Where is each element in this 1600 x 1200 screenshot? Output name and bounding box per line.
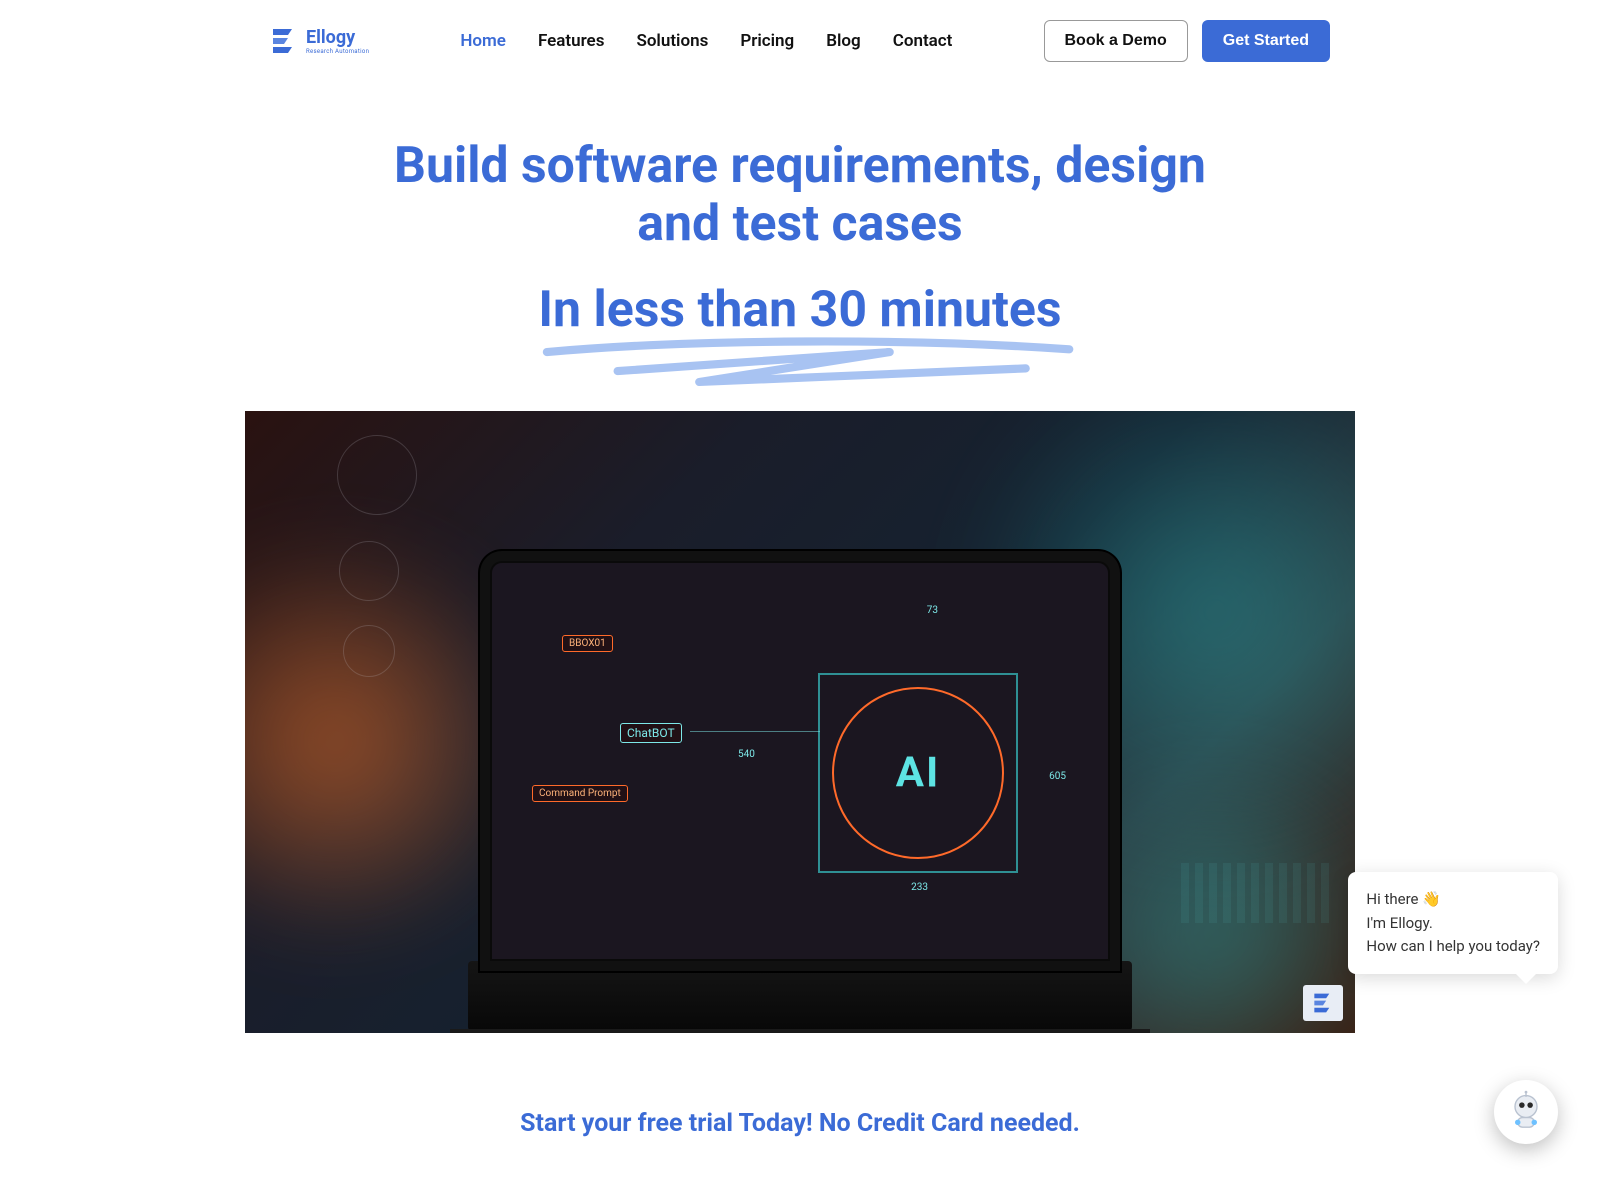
media-chip-cmd: Command Prompt [532, 785, 628, 802]
hero-media: AI BBOX01 ChatBOT Command Prompt 73 540 … [245, 411, 1355, 1033]
chat-launcher-button[interactable] [1494, 1080, 1558, 1144]
brand-tagline: Research Automation [306, 48, 369, 55]
nav-features[interactable]: Features [538, 31, 605, 51]
get-started-button[interactable]: Get Started [1202, 20, 1330, 62]
header-actions: Book a Demo Get Started [1044, 20, 1331, 62]
brand-logo[interactable]: Ellogy Research Automation [270, 25, 369, 57]
media-num-3: 605 [1049, 771, 1066, 782]
hero-subtitle: In less than 30 minutes [538, 281, 1061, 339]
logo-mark-icon [270, 25, 298, 57]
main-nav: Home Features Solutions Pricing Blog Con… [460, 31, 952, 51]
nav-solutions[interactable]: Solutions [636, 31, 708, 51]
media-chip-bbox: BBOX01 [562, 635, 613, 652]
laptop-illustration: AI BBOX01 ChatBOT Command Prompt 73 540 … [450, 561, 1150, 1033]
chat-line-1: Hi there 👋 [1366, 888, 1540, 911]
book-demo-button[interactable]: Book a Demo [1044, 20, 1188, 62]
brand-name: Ellogy [306, 27, 369, 48]
media-num-4: 233 [911, 882, 928, 893]
chat-popup[interactable]: Hi there 👋 I'm Ellogy. How can I help yo… [1348, 872, 1558, 974]
underline-scribble-icon [536, 333, 1080, 401]
robot-icon [1504, 1090, 1548, 1134]
media-chip-chatbot: ChatBOT [620, 723, 682, 743]
nav-blog[interactable]: Blog [826, 31, 861, 51]
media-num-2: 540 [738, 749, 755, 760]
nav-contact[interactable]: Contact [893, 31, 953, 51]
nav-pricing[interactable]: Pricing [740, 31, 794, 51]
chat-line-3: How can I help you today? [1366, 935, 1540, 958]
site-header: Ellogy Research Automation Home Features… [270, 0, 1330, 82]
hero-title: Build software requirements, design and … [350, 138, 1250, 253]
nav-home[interactable]: Home [460, 31, 506, 51]
video-watermark-icon [1303, 985, 1343, 1021]
hero-section: Build software requirements, design and … [270, 82, 1330, 339]
chat-line-2: I'm Ellogy. [1366, 912, 1540, 935]
ai-label: AI [896, 749, 941, 798]
cta-text: Start your free trial Today! No Credit C… [0, 1109, 1600, 1138]
media-num-1: 73 [927, 605, 938, 616]
